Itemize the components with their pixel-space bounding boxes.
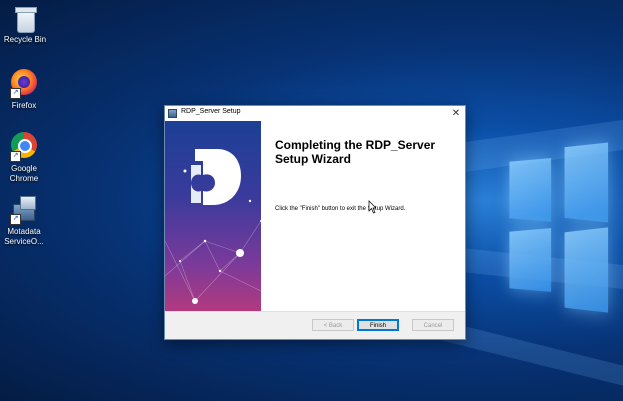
product-logo-icon — [191, 149, 241, 205]
desktop-icon-label: Firefox — [11, 101, 37, 110]
setup-wizard-dialog: RDP_Server Setup ✕ Completing the RDP_Se… — [164, 105, 466, 340]
button-bar: < Back Finish Cancel — [165, 311, 465, 339]
window-title: RDP_Server Setup — [181, 108, 241, 115]
finish-button[interactable]: Finish — [357, 319, 399, 331]
desktop-icon-label: Motadata ServiceO... — [4, 227, 44, 246]
title-bar[interactable]: RDP_Server Setup ✕ — [165, 106, 465, 121]
desktop-icon-label: Google Chrome — [9, 164, 39, 183]
chrome-icon: ↗ — [9, 132, 39, 162]
wizard-content: Completing the RDP_Server Setup Wizard C… — [261, 121, 465, 311]
page-heading: Completing the RDP_Server Setup Wizard — [275, 138, 436, 166]
instruction-text: Click the "Finish" button to exit the Se… — [275, 206, 406, 212]
desktop-icon-label: Recycle Bin — [3, 35, 47, 44]
desktop-icon-chrome[interactable]: ↗ Google Chrome — [0, 130, 52, 184]
installer-icon: ↗ — [9, 195, 39, 225]
back-button[interactable]: < Back — [312, 319, 354, 331]
desktop-icon-motadata[interactable]: ↗ Motadata ServiceO... — [0, 193, 52, 247]
windows-logo-wallpaper — [465, 140, 615, 340]
setup-app-icon — [168, 109, 177, 118]
firefox-icon: ↗ — [9, 69, 39, 99]
desktop-icon-firefox[interactable]: ↗ Firefox — [0, 67, 52, 111]
cancel-button[interactable]: Cancel — [412, 319, 454, 331]
banner-artwork — [165, 149, 261, 304]
close-button[interactable]: ✕ — [447, 106, 465, 121]
mouse-cursor-icon — [368, 200, 376, 214]
wizard-banner — [165, 121, 261, 311]
recycle-bin-icon — [13, 5, 37, 33]
desktop-icon-recycle-bin[interactable]: Recycle Bin — [0, 5, 53, 45]
